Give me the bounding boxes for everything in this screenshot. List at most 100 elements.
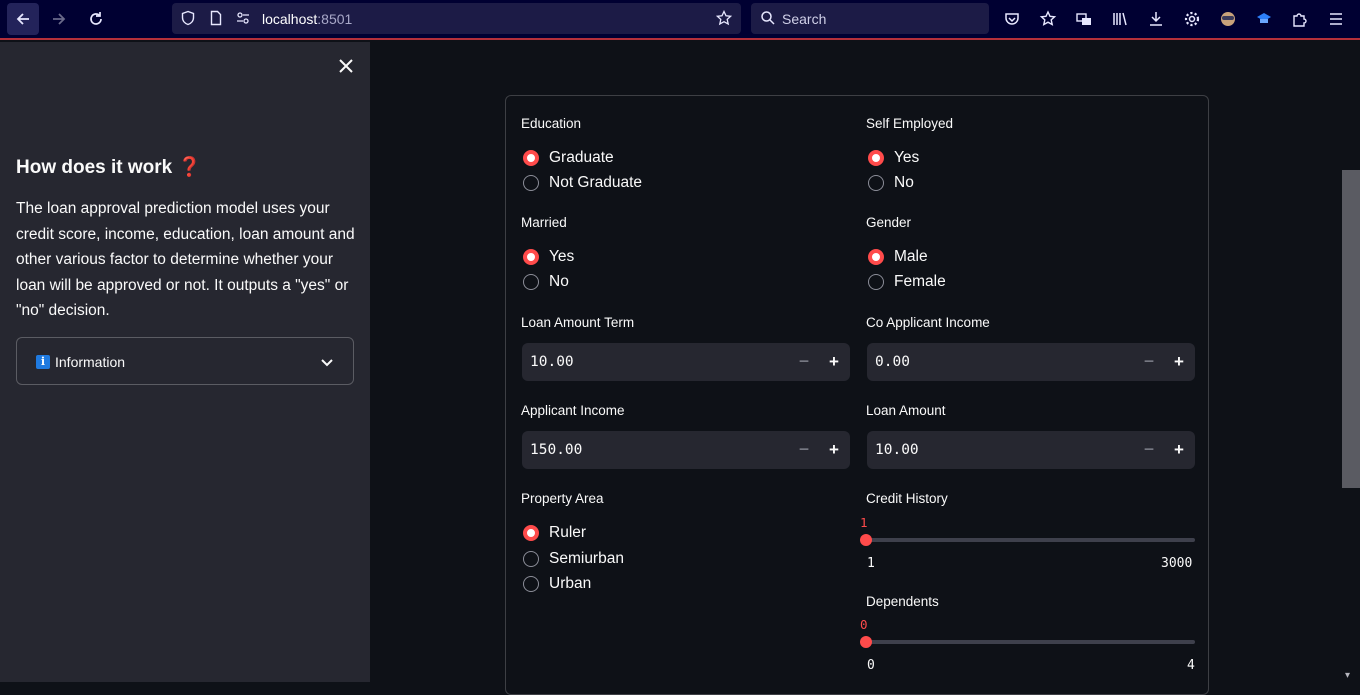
browser-toolbar: localhost:8501 Search (0, 0, 1360, 40)
radio-dot[interactable] (868, 175, 884, 191)
puzzle-icon (1293, 13, 1307, 27)
downloads-button[interactable] (1140, 3, 1172, 35)
radio-dot[interactable] (868, 150, 884, 166)
credit-history-min: 1 (867, 556, 875, 571)
extensions-button[interactable] (1284, 3, 1316, 35)
loan-form: Education Graduate Not Graduate Self Emp… (505, 95, 1209, 695)
radio-property-ruler[interactable]: Ruler (523, 522, 586, 544)
self-employed-label: Self Employed (866, 116, 954, 131)
dependents-max: 4 (1187, 658, 1195, 673)
radio-dot[interactable] (523, 150, 539, 166)
search-bar[interactable]: Search (751, 3, 989, 34)
increment-button[interactable]: + (1167, 343, 1191, 381)
number-value[interactable]: 0.00 (875, 354, 910, 370)
info-icon: i (36, 355, 50, 369)
settings-button[interactable] (1176, 3, 1208, 35)
number-value[interactable]: 10.00 (875, 442, 919, 458)
radio-dot[interactable] (868, 249, 884, 265)
decrement-button[interactable]: − (792, 343, 816, 381)
hamburger-icon (1330, 13, 1342, 25)
loan-amount-input[interactable]: 10.00 − + (867, 431, 1195, 469)
bookmark-star-icon[interactable] (716, 10, 732, 26)
dependents-slider-thumb[interactable] (860, 636, 872, 648)
number-value[interactable]: 10.00 (530, 354, 574, 370)
url-text[interactable]: localhost:8501 (262, 11, 352, 27)
co-applicant-income-input[interactable]: 0.00 − + (867, 343, 1195, 381)
reload-button[interactable] (80, 3, 112, 35)
sidebar-description: The loan approval prediction model uses … (16, 200, 355, 319)
account-button[interactable] (1212, 3, 1244, 35)
radio-dot[interactable] (868, 274, 884, 290)
shield-icon[interactable] (180, 10, 196, 26)
applicant-income-label: Applicant Income (521, 403, 625, 418)
credit-history-label: Credit History (866, 491, 948, 506)
radio-dot[interactable] (523, 576, 539, 592)
sidebar-title: How does it work ❓ (16, 157, 202, 178)
gear-icon (1184, 11, 1200, 27)
search-icon (761, 11, 775, 25)
radio-dot[interactable] (523, 249, 539, 265)
container-icon (1076, 13, 1091, 25)
radio-dot[interactable] (523, 551, 539, 567)
dependents-label: Dependents (866, 594, 939, 609)
pocket-button[interactable] (996, 3, 1028, 35)
radio-married-yes[interactable]: Yes (523, 246, 574, 268)
information-expander[interactable]: i Information (16, 337, 354, 385)
extension-button[interactable] (1248, 3, 1280, 35)
credit-history-max: 3000 (1161, 556, 1193, 571)
radio-self-employed-no[interactable]: No (868, 172, 914, 194)
radio-married-no[interactable]: No (523, 271, 569, 293)
permissions-icon[interactable] (235, 10, 251, 26)
credit-history-slider-thumb[interactable] (860, 534, 872, 546)
sidebar: How does it work ❓ The loan approval pre… (0, 42, 370, 682)
reload-icon (90, 12, 102, 25)
credit-history-current-value: 1 (860, 515, 868, 530)
arrow-left-icon (16, 13, 29, 25)
arrow-right-icon (53, 13, 66, 25)
page-icon[interactable] (208, 10, 224, 26)
scroll-down-icon[interactable]: ▾ (1345, 670, 1350, 681)
bookmarks-star-button[interactable] (1032, 3, 1064, 35)
credit-history-slider-track[interactable] (866, 538, 1195, 542)
url-bar[interactable]: localhost:8501 (172, 3, 741, 34)
radio-dot[interactable] (523, 175, 539, 191)
avatar-icon (1221, 12, 1235, 26)
radio-gender-female[interactable]: Female (868, 271, 946, 293)
decrement-button[interactable]: − (1137, 431, 1161, 469)
loan-amount-term-input[interactable]: 10.00 − + (522, 343, 850, 381)
container-button[interactable] (1068, 3, 1100, 35)
property-area-label: Property Area (521, 491, 604, 506)
radio-education-not-graduate[interactable]: Not Graduate (523, 172, 642, 194)
page-scrollbar[interactable] (1342, 170, 1360, 488)
radio-dot[interactable] (523, 525, 539, 541)
increment-button[interactable]: + (1167, 431, 1191, 469)
pocket-icon (1005, 13, 1019, 25)
radio-education-graduate[interactable]: Graduate (523, 147, 614, 169)
increment-button[interactable]: + (822, 431, 846, 469)
url-host: localhost (262, 11, 318, 27)
radio-property-urban[interactable]: Urban (523, 573, 591, 595)
forward-button[interactable] (43, 3, 75, 35)
back-button[interactable] (7, 3, 39, 35)
radio-property-semiurban[interactable]: Semiurban (523, 548, 624, 570)
decrement-button[interactable]: − (1137, 343, 1161, 381)
radio-dot[interactable] (523, 274, 539, 290)
loan-amount-label: Loan Amount (866, 403, 946, 418)
graduation-cap-icon (1257, 13, 1271, 23)
search-placeholder: Search (782, 11, 827, 27)
radio-self-employed-yes[interactable]: Yes (868, 147, 919, 169)
library-button[interactable] (1104, 3, 1136, 35)
co-applicant-income-label: Co Applicant Income (866, 315, 990, 330)
radio-gender-male[interactable]: Male (868, 246, 928, 268)
loan-amount-term-label: Loan Amount Term (521, 315, 635, 330)
increment-button[interactable]: + (822, 343, 846, 381)
applicant-income-input[interactable]: 150.00 − + (522, 431, 850, 469)
dependents-slider-track[interactable] (866, 640, 1195, 644)
number-value[interactable]: 150.00 (530, 442, 582, 458)
expander-label: Information (55, 354, 126, 370)
close-sidebar-button[interactable] (336, 56, 356, 76)
dependents-min: 0 (867, 658, 875, 673)
star-list-icon (1039, 10, 1057, 26)
decrement-button[interactable]: − (792, 431, 816, 469)
menu-button[interactable] (1320, 3, 1352, 35)
